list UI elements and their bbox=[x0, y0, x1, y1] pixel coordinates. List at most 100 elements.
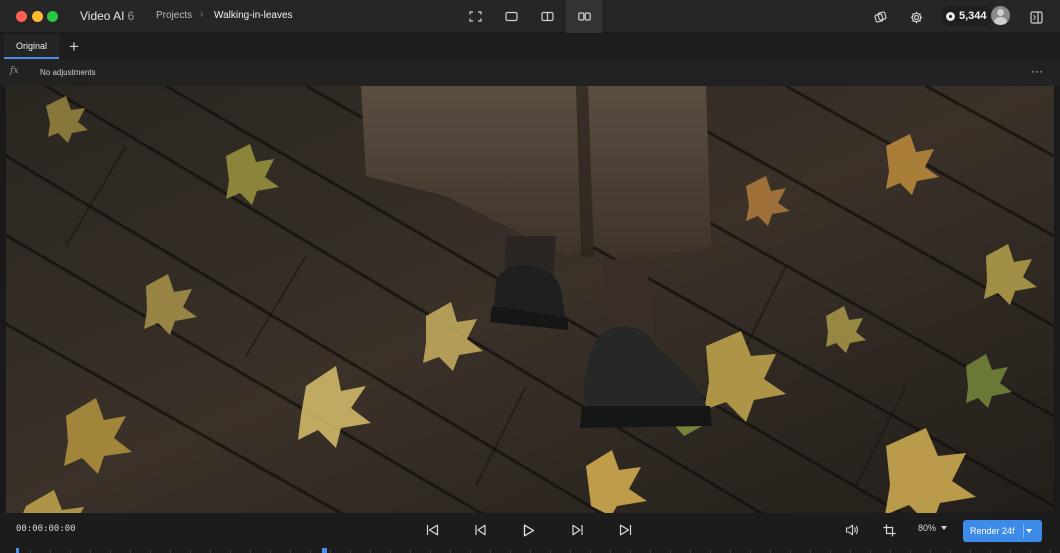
toggle-sidebar-button[interactable] bbox=[1026, 7, 1046, 27]
chevron-down-icon bbox=[941, 526, 948, 530]
timeline-tick bbox=[50, 549, 51, 553]
title-bar: Video AI6 Projects › Walking-in-leaves bbox=[0, 0, 1060, 33]
credits-count: 5,344 bbox=[959, 10, 987, 22]
play-button[interactable] bbox=[518, 521, 538, 539]
close-window-button[interactable] bbox=[16, 11, 27, 22]
timeline-tick bbox=[330, 549, 331, 553]
tab-bar: Original + bbox=[0, 34, 1060, 59]
breadcrumb-current-project: Walking-in-leaves bbox=[214, 10, 293, 21]
timeline-tick bbox=[970, 549, 971, 553]
timeline-tick bbox=[310, 549, 311, 553]
timeline-marker[interactable] bbox=[322, 548, 327, 553]
breadcrumb-projects[interactable]: Projects bbox=[156, 10, 192, 21]
timeline-tick bbox=[1050, 549, 1051, 553]
more-options-icon[interactable]: ··· bbox=[1031, 64, 1043, 78]
split-view-icon bbox=[540, 11, 554, 22]
timeline-tick bbox=[410, 549, 411, 553]
zoom-select[interactable]: 80% bbox=[918, 523, 948, 533]
video-frame-image bbox=[6, 86, 1054, 513]
play-icon bbox=[523, 524, 534, 536]
next-frame-button[interactable] bbox=[567, 521, 587, 539]
skip-to-end-icon bbox=[619, 524, 631, 536]
previous-frame-button[interactable] bbox=[470, 521, 490, 539]
render-divider bbox=[1023, 524, 1024, 538]
split-view-button[interactable] bbox=[529, 0, 565, 33]
tab-original[interactable]: Original bbox=[4, 34, 59, 59]
timeline-tick bbox=[150, 549, 151, 553]
timeline-tick bbox=[390, 549, 391, 553]
timeline-tick bbox=[1010, 549, 1011, 553]
sidebar-panel-icon bbox=[1029, 10, 1043, 24]
timeline-tick bbox=[890, 549, 891, 553]
credits-badge[interactable]: 5,344 bbox=[940, 6, 995, 26]
timeline-tick bbox=[490, 549, 491, 553]
timeline-tick bbox=[30, 549, 31, 553]
fullscreen-view-button[interactable] bbox=[457, 0, 493, 33]
timeline-tick bbox=[730, 549, 731, 553]
timeline-tick bbox=[930, 549, 931, 553]
render-label: Render 24f bbox=[970, 526, 1015, 536]
side-by-side-view-icon bbox=[577, 12, 591, 21]
timeline-tick bbox=[550, 549, 551, 553]
timeline-tick bbox=[470, 549, 471, 553]
render-button[interactable]: Render 24f bbox=[963, 520, 1042, 542]
timeline-tick bbox=[990, 549, 991, 553]
timeline-tick bbox=[750, 549, 751, 553]
minimize-window-button[interactable] bbox=[32, 11, 43, 22]
timecode: 00:00:00:00 bbox=[16, 524, 76, 534]
timeline-tick bbox=[590, 549, 591, 553]
timeline-tick bbox=[910, 549, 911, 553]
timeline-tick bbox=[350, 549, 351, 553]
single-view-button[interactable] bbox=[493, 0, 529, 33]
timeline-tick bbox=[210, 549, 211, 553]
side-by-side-view-button[interactable] bbox=[566, 0, 602, 33]
timeline-tick bbox=[630, 549, 631, 553]
timeline-tick bbox=[70, 549, 71, 553]
step-back-icon bbox=[474, 524, 486, 536]
timeline-tick bbox=[250, 549, 251, 553]
fx-icon[interactable]: fx bbox=[10, 66, 18, 76]
maximize-window-button[interactable] bbox=[47, 11, 58, 22]
single-view-icon bbox=[504, 11, 518, 22]
crop-icon bbox=[883, 524, 895, 536]
timeline-tick bbox=[690, 549, 691, 553]
timeline-tick bbox=[710, 549, 711, 553]
app-name: Video AI bbox=[80, 9, 125, 23]
timeline-tick bbox=[950, 549, 951, 553]
timeline-track[interactable] bbox=[0, 548, 1060, 553]
timeline-tick bbox=[1030, 549, 1031, 553]
breadcrumb-separator: › bbox=[200, 9, 204, 20]
app-version: 6 bbox=[127, 9, 135, 23]
settings-button[interactable] bbox=[906, 7, 926, 27]
timeline-tick bbox=[850, 549, 851, 553]
go-to-start-button[interactable] bbox=[422, 521, 442, 539]
queue-button[interactable] bbox=[870, 7, 890, 27]
timeline-tick bbox=[90, 549, 91, 553]
timeline-tick bbox=[370, 549, 371, 553]
video-preview[interactable] bbox=[6, 86, 1054, 513]
timeline-tick bbox=[110, 549, 111, 553]
volume-button[interactable] bbox=[842, 521, 862, 539]
timeline-tick bbox=[770, 549, 771, 553]
timeline-tick bbox=[130, 549, 131, 553]
timeline-tick bbox=[190, 549, 191, 553]
zoom-value: 80% bbox=[918, 523, 937, 533]
skip-to-start-icon bbox=[426, 524, 438, 536]
render-options-chevron-icon[interactable] bbox=[1026, 529, 1032, 533]
timeline-tick bbox=[290, 549, 291, 553]
gear-icon bbox=[910, 11, 922, 23]
timeline-tick bbox=[450, 549, 451, 553]
add-tab-button[interactable]: + bbox=[64, 36, 84, 56]
timeline-tick bbox=[650, 549, 651, 553]
timeline-tick bbox=[670, 549, 671, 553]
fullscreen-view-icon bbox=[468, 11, 482, 22]
playback-controls: 00:00:00:00 80% Render 24f bbox=[0, 513, 1060, 553]
adjustments-status: No adjustments bbox=[40, 68, 96, 77]
timeline-tick bbox=[430, 549, 431, 553]
step-forward-icon bbox=[571, 524, 583, 536]
crop-button[interactable] bbox=[879, 521, 899, 539]
timeline-tick bbox=[230, 549, 231, 553]
go-to-end-button[interactable] bbox=[615, 521, 635, 539]
playhead[interactable] bbox=[16, 548, 19, 553]
avatar[interactable] bbox=[991, 6, 1010, 25]
